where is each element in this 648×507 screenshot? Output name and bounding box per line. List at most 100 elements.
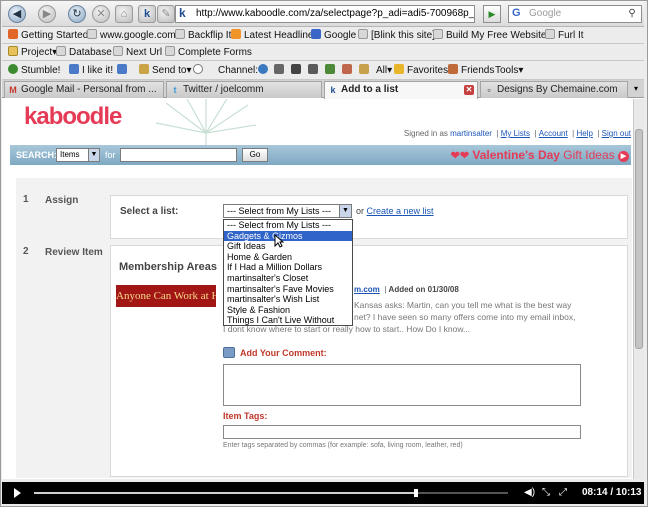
scrollbar-thumb[interactable] xyxy=(635,129,643,349)
bookmark-database[interactable]: Database xyxy=(56,46,112,59)
kaboodle-logo[interactable]: kaboodle xyxy=(24,103,122,131)
play-icon[interactable] xyxy=(14,488,21,498)
my-lists-link[interactable]: My Lists xyxy=(501,129,530,138)
tab-designs[interactable]: ▫ Designs By Chemaine.com xyxy=(480,81,628,98)
source-link[interactable]: m.com xyxy=(354,285,380,294)
dropdown-option[interactable]: If I Had a Million Dollars xyxy=(224,262,352,273)
account-link[interactable]: Account xyxy=(539,129,568,138)
thumbs-down-icon[interactable] xyxy=(117,64,130,77)
favorites-button[interactable]: Favorites xyxy=(394,64,448,77)
page-icon: ▫ xyxy=(487,85,491,95)
volume-icon[interactable]: ◀) xyxy=(524,486,535,500)
comment-textarea[interactable] xyxy=(223,364,581,406)
dropdown-option[interactable]: Gift Ideas xyxy=(224,241,352,252)
create-new-list-link[interactable]: Create a new list xyxy=(367,206,434,216)
people-icon[interactable] xyxy=(342,64,355,77)
search-icon[interactable]: ⚲ xyxy=(625,7,639,21)
my-lists-dropdown: --- Select from My Lists --- Gadgets & G… xyxy=(223,219,353,326)
tab-gmail[interactable]: M Google Mail - Personal from ... xyxy=(4,81,164,98)
google-search-input[interactable]: G Google ⚲ xyxy=(508,5,642,23)
go-button[interactable]: ▶ xyxy=(483,5,501,23)
nav-toolbar: ◀ ▶ ↻ ✕ ⌂ k ✎ k http://www.kaboodle.com/… xyxy=(2,1,644,27)
select-list-label: Select a list: xyxy=(120,206,179,217)
bookmark-getting-started[interactable]: Getting Started xyxy=(8,29,88,42)
video-time: 08:14 / 10:13 xyxy=(582,487,642,498)
back-icon[interactable]: ◀ xyxy=(8,5,26,23)
tab-list-icon[interactable]: ▾ xyxy=(630,83,642,95)
globe-icon[interactable] xyxy=(258,64,271,77)
create-list-wrap: or Create a new list xyxy=(356,206,434,216)
kaboodle-icon: k xyxy=(330,85,336,95)
step-1-number: 1 xyxy=(23,194,29,205)
sign-out-link[interactable]: Sign out xyxy=(602,129,631,138)
arrow-right-icon: ▶ xyxy=(618,151,629,162)
home-icon[interactable]: ⌂ xyxy=(115,5,133,23)
bookmark-next-url[interactable]: Next Url xyxy=(113,46,162,59)
dropdown-option[interactable]: martinsalter's Closet xyxy=(224,273,352,284)
stumble-button[interactable]: Stumble! xyxy=(8,64,60,77)
send-to-button[interactable]: Send to▾ xyxy=(139,64,192,77)
page-icon xyxy=(56,46,66,56)
bookmark-latest-headlines[interactable]: Latest Headlines xyxy=(231,29,319,42)
bookmark-build-website[interactable]: Build My Free Website... xyxy=(433,29,555,42)
edit-icon[interactable]: ✎ xyxy=(157,5,175,23)
page-icon xyxy=(87,29,97,39)
fullscreen-exit-icon[interactable]: ⤡ xyxy=(542,486,550,500)
reload-icon[interactable]: ↻ xyxy=(68,5,86,23)
forward-icon[interactable]: ▶ xyxy=(38,5,56,23)
pencil-icon[interactable] xyxy=(359,64,372,77)
bookmark-complete-forms[interactable]: Complete Forms xyxy=(165,46,252,59)
search-go-button[interactable]: Go xyxy=(242,148,268,162)
dropdown-option[interactable]: Style & Fashion xyxy=(224,305,352,316)
tab-twitter[interactable]: t Twitter / joelcomm xyxy=(166,81,322,98)
google-icon xyxy=(311,29,321,39)
bookmark-google-url[interactable]: www.google.com/ xyxy=(87,29,178,42)
item-tags-input[interactable] xyxy=(223,425,581,439)
dropdown-option[interactable]: --- Select from My Lists --- xyxy=(224,220,352,231)
vertical-scrollbar[interactable] xyxy=(633,99,644,479)
dropdown-option[interactable]: Home & Garden xyxy=(224,252,352,263)
bookmark-project[interactable]: Project▾ xyxy=(8,46,57,59)
twitter-icon: t xyxy=(173,85,177,95)
fullscreen-icon[interactable]: ⤢ xyxy=(559,486,567,500)
close-tab-icon[interactable]: ✕ xyxy=(464,85,474,95)
my-lists-select[interactable]: --- Select from My Lists --- ▼ xyxy=(223,204,352,218)
google-icon: G xyxy=(512,7,521,19)
bookmark-google[interactable]: Google xyxy=(311,29,356,42)
video-icon[interactable] xyxy=(308,64,321,77)
address-bar[interactable]: k http://www.kaboodle.com/za/selectpage?… xyxy=(175,5,475,23)
tools-menu[interactable]: Tools▾ xyxy=(495,64,523,77)
bookmark-backflip[interactable]: Backflip It! xyxy=(175,29,234,42)
dropdown-option[interactable]: Things I Can't Live Without xyxy=(224,315,352,326)
bookmark-blink[interactable]: [Blink this site] xyxy=(358,29,435,42)
dropdown-option[interactable]: martinsalter's Wish List xyxy=(224,294,352,305)
browser-window: ◀ ▶ ↻ ✕ ⌂ k ✎ k http://www.kaboodle.com/… xyxy=(2,1,644,479)
bookmark-furl[interactable]: Furl It xyxy=(545,29,584,42)
tv-icon[interactable] xyxy=(274,64,287,77)
tab-add-to-list[interactable]: k Add to a list ✕ xyxy=(324,81,478,99)
site-header: kaboodle Signed in as martinsalter | My … xyxy=(10,99,631,163)
stop-icon[interactable]: ✕ xyxy=(92,5,110,23)
seek-progress xyxy=(34,492,417,494)
username[interactable]: martinsalter xyxy=(450,129,492,138)
chevron-down-icon[interactable]: ▼ xyxy=(339,205,351,217)
seek-bar[interactable] xyxy=(34,489,508,497)
kaboodle-icon[interactable]: k xyxy=(138,5,156,23)
friends-button[interactable]: Friends xyxy=(448,64,494,77)
comment-icon[interactable] xyxy=(193,64,206,77)
all-dropdown[interactable]: All▾ xyxy=(376,64,392,77)
search-scope-select[interactable]: Items ▼ xyxy=(56,148,100,162)
dropdown-option[interactable]: martinsalter's Fave Movies xyxy=(224,284,352,295)
like-button[interactable]: I like it! xyxy=(69,64,113,77)
rss-icon xyxy=(231,29,241,39)
page-icon xyxy=(165,46,175,56)
site-search-input[interactable] xyxy=(120,148,237,162)
seek-handle[interactable] xyxy=(414,489,419,497)
valentines-promo[interactable]: ❤❤ Valentine's Day Gift Ideas ▶ xyxy=(451,148,629,162)
camera-icon[interactable] xyxy=(291,64,304,77)
shield-icon[interactable] xyxy=(325,64,338,77)
help-link[interactable]: Help xyxy=(576,129,592,138)
dropdown-option-selected[interactable]: Gadgets & Gizmos xyxy=(224,230,352,242)
item-title: Membership Areas xyxy=(119,261,218,273)
star-icon xyxy=(394,64,404,74)
